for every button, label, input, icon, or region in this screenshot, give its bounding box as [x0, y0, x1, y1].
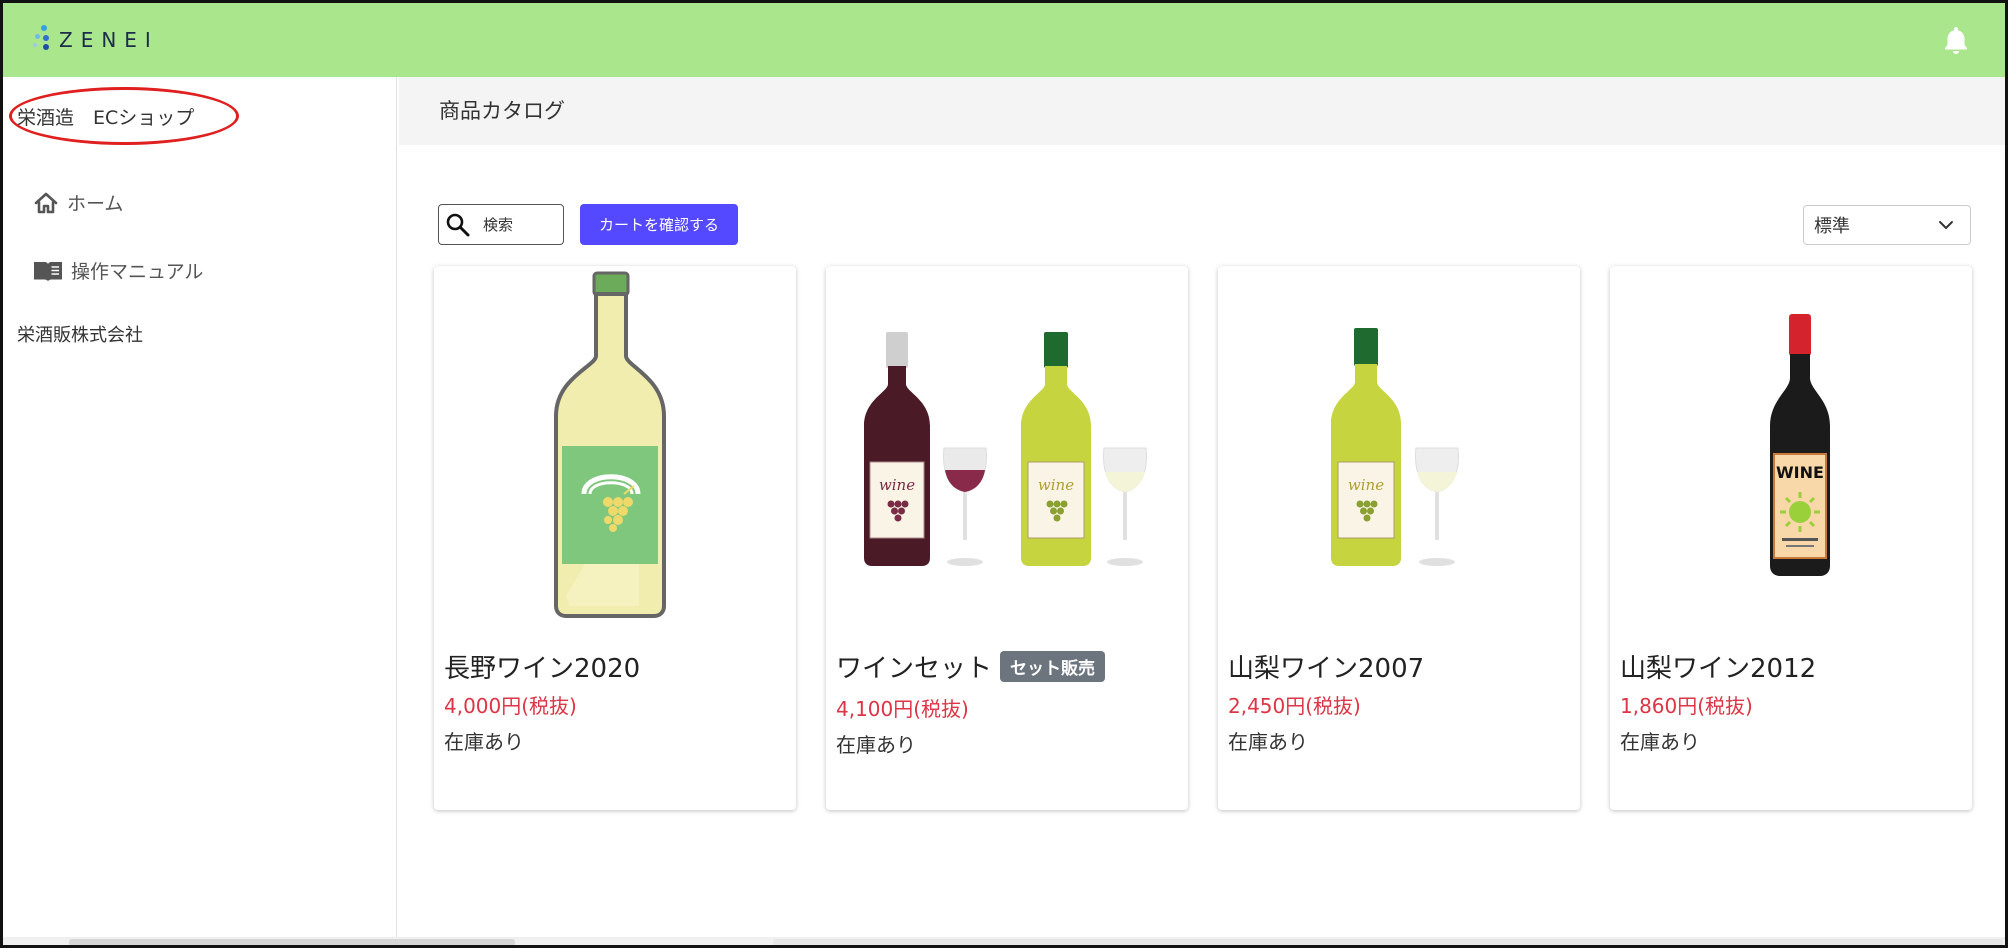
- sidebar-item-home[interactable]: ホーム: [33, 189, 123, 216]
- bell-icon[interactable]: [1943, 25, 1971, 55]
- product-card[interactable]: 長野ワイン2020 4,000円(税抜) 在庫あり: [434, 266, 796, 810]
- app-window: ZENEI 栄酒造 ECショップ ホーム 操作マニュアル 栄酒販株式会社 商品カ…: [0, 0, 2008, 948]
- sidebar: 栄酒造 ECショップ ホーム 操作マニュアル 栄酒販株式会社: [3, 77, 397, 945]
- product-stock: 在庫あり: [444, 730, 524, 754]
- home-icon: [34, 192, 58, 213]
- product-stock: 在庫あり: [836, 733, 916, 757]
- logo-mark-icon: [33, 25, 55, 55]
- product-card[interactable]: WINE 山梨ワイン2012 1,860円(税抜) 在庫あり: [1610, 266, 1972, 810]
- product-name[interactable]: 山梨ワイン2012: [1620, 648, 1816, 685]
- search-box[interactable]: [438, 204, 564, 245]
- product-stock: 在庫あり: [1620, 730, 1700, 754]
- product-card[interactable]: wine wine ワインセット セット販売 4,100円(税抜) 在庫あり: [826, 266, 1188, 810]
- search-input[interactable]: [483, 215, 543, 234]
- set-sale-badge: セット販売: [1000, 651, 1106, 682]
- svg-text:wine: wine: [1348, 476, 1384, 494]
- product-price: 2,450円(税抜): [1228, 694, 1361, 718]
- search-icon: [446, 213, 470, 236]
- logo-text: ZENEI: [59, 28, 159, 52]
- horizontal-scrollbar[interactable]: [3, 937, 2005, 945]
- view-cart-button[interactable]: カートを確認する: [580, 204, 738, 245]
- product-name[interactable]: 山梨ワイン2007: [1228, 648, 1424, 685]
- book-icon: [34, 261, 62, 281]
- product-price: 4,000円(税抜): [444, 694, 577, 718]
- sidebar-item-manual[interactable]: 操作マニュアル: [33, 257, 203, 284]
- scrollbar-thumb[interactable]: [69, 939, 515, 945]
- page-header: 商品カタログ: [399, 77, 2005, 145]
- svg-text:wine: wine: [879, 476, 915, 494]
- product-image[interactable]: wine wine: [826, 266, 1188, 626]
- sort-selected-value: 標準: [1814, 216, 1850, 237]
- product-image[interactable]: WINE: [1610, 266, 1972, 626]
- product-card[interactable]: wine 山梨ワイン2007 2,450円(税抜) 在庫あり: [1218, 266, 1580, 810]
- product-name-row: 山梨ワイン2007: [1228, 648, 1424, 685]
- sort-select[interactable]: 標準: [1803, 205, 1971, 245]
- product-name[interactable]: ワインセット: [836, 648, 992, 685]
- scrollbar-track-segment: [773, 939, 2003, 945]
- top-bar: ZENEI: [3, 3, 2005, 77]
- svg-text:WINE: WINE: [1776, 463, 1824, 482]
- shop-name: 栄酒造 ECショップ: [17, 107, 195, 129]
- company-name: 栄酒販株式会社: [17, 325, 143, 346]
- chevron-down-icon: [1939, 221, 1953, 229]
- product-image[interactable]: [434, 266, 796, 626]
- sidebar-item-label: ホーム: [67, 193, 124, 215]
- product-image[interactable]: wine: [1218, 266, 1580, 626]
- product-name-row: 長野ワイン2020: [444, 648, 640, 685]
- sidebar-item-label: 操作マニュアル: [71, 261, 204, 283]
- product-name-row: 山梨ワイン2012: [1620, 648, 1816, 685]
- product-price: 4,100円(税抜): [836, 697, 969, 721]
- product-name[interactable]: 長野ワイン2020: [444, 648, 640, 685]
- svg-text:wine: wine: [1038, 476, 1074, 494]
- product-name-row: ワインセット セット販売: [836, 648, 1106, 685]
- page-title: 商品カタログ: [439, 99, 565, 123]
- product-stock: 在庫あり: [1228, 730, 1308, 754]
- product-price: 1,860円(税抜): [1620, 694, 1753, 718]
- logo[interactable]: ZENEI: [33, 23, 159, 57]
